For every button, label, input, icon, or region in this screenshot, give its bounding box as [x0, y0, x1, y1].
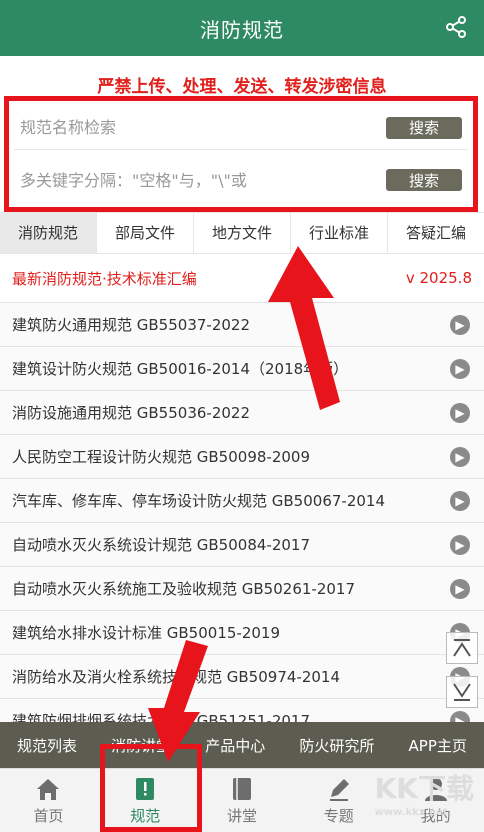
list-item-label: 自动喷水灭火系统设计规范 GB50084-2017 [12, 536, 310, 554]
sub-nav-app-home[interactable]: APP主页 [409, 735, 467, 756]
list-item[interactable]: 建筑防火通用规范 GB55037-2022 ▶ [0, 302, 484, 346]
chevron-right-icon: ▶ [450, 402, 470, 423]
list-item[interactable]: 建筑设计防火规范 GB50016-2014（2018年版） ▶ [0, 346, 484, 390]
scroll-top-button[interactable] [446, 632, 478, 664]
arrow-down-icon [453, 683, 471, 701]
security-warning: 严禁上传、处理、发送、转发涉密信息 [97, 77, 387, 97]
name-search-input[interactable] [14, 118, 386, 137]
list-item[interactable]: 汽车库、修车库、停车场设计防火规范 GB50067-2014 ▶ [0, 478, 484, 522]
scroll-bottom-button[interactable] [446, 676, 478, 708]
tab-fire-codes[interactable]: 消防规范 [0, 213, 97, 253]
tab-ministry-docs[interactable]: 部局文件 [97, 213, 194, 253]
watermark-sub: www.kkx.net [374, 807, 448, 818]
chevron-right-icon: ▶ [450, 446, 470, 467]
sub-nav-code-list[interactable]: 规范列表 [17, 735, 77, 756]
list-item[interactable]: 自动喷水灭火系统设计规范 GB50084-2017 ▶ [0, 522, 484, 566]
list-item-label: 建筑给水排水设计标准 GB50015-2019 [12, 624, 280, 642]
name-search-row: 搜索 [14, 106, 468, 150]
chevron-right-icon: ▶ [450, 534, 470, 555]
bottom-nav-codes[interactable]: 规范 [97, 769, 194, 832]
code-list: 建筑防火通用规范 GB55037-2022 ▶ 建筑设计防火规范 GB50016-… [0, 302, 484, 742]
bottom-nav-label: 专题 [323, 807, 354, 825]
book-alert-icon [136, 778, 155, 800]
sub-nav-research[interactable]: 防火研究所 [299, 735, 374, 756]
tab-local-docs[interactable]: 地方文件 [194, 213, 291, 253]
list-item-label: 自动喷水灭火系统施工及验收规范 GB50261-2017 [12, 580, 355, 598]
sub-nav: 规范列表 消防讲堂 产品中心 防火研究所 APP主页 [0, 722, 484, 768]
chevron-right-icon: ▶ [450, 490, 470, 511]
book-icon [232, 778, 251, 800]
sub-nav-products[interactable]: 产品中心 [205, 735, 265, 756]
pencil-icon [329, 779, 349, 801]
list-item-label: 人民防空工程设计防火规范 GB50098-2009 [12, 448, 310, 466]
category-tabs: 消防规范 部局文件 地方文件 行业标准 答疑汇编 [0, 212, 484, 254]
tab-industry-standards[interactable]: 行业标准 [291, 213, 388, 253]
list-item-label: 建筑防火通用规范 GB55037-2022 [12, 316, 250, 334]
keyword-search-row: 搜索 [14, 158, 468, 202]
version-label: v 2025.8 [405, 269, 472, 287]
app-header: 消防规范 [0, 0, 484, 56]
list-item[interactable]: 人民防空工程设计防火规范 GB50098-2009 ▶ [0, 434, 484, 478]
page-title: 消防规范 [200, 17, 284, 42]
watermark-main: KK下载 [374, 772, 474, 805]
list-header-title[interactable]: 最新消防规范·技术标准汇编 [12, 268, 197, 289]
bottom-nav-label: 首页 [33, 807, 64, 825]
share-icon[interactable] [444, 15, 468, 39]
list-header: 最新消防规范·技术标准汇编 v 2025.8 [0, 256, 484, 300]
list-item-label: 消防给水及消火栓系统技术规范 GB50974-2014 [12, 668, 340, 686]
sub-nav-lecture[interactable]: 消防讲堂 [111, 735, 171, 756]
list-item-label: 消防设施通用规范 GB55036-2022 [12, 404, 250, 422]
bottom-nav-label: 讲堂 [226, 807, 257, 825]
list-item[interactable]: 自动喷水灭火系统施工及验收规范 GB50261-2017 ▶ [0, 566, 484, 610]
list-item[interactable]: 消防给水及消火栓系统技术规范 GB50974-2014▶ [0, 654, 484, 698]
list-item-label: 建筑设计防火规范 GB50016-2014（2018年版） [12, 360, 349, 378]
chevron-right-icon: ▶ [450, 578, 470, 599]
list-item-label: 汽车库、修车库、停车场设计防火规范 GB50067-2014 [12, 492, 385, 510]
home-icon [37, 779, 60, 800]
keyword-search-button[interactable]: 搜索 [386, 169, 462, 191]
chevron-right-icon: ▶ [450, 314, 470, 335]
bottom-nav-topics[interactable]: 专题 [290, 769, 387, 832]
arrow-up-icon [453, 639, 471, 657]
bottom-nav-label: 规范 [130, 807, 161, 825]
list-item[interactable]: 消防设施通用规范 GB55036-2022 ▶ [0, 390, 484, 434]
keyword-search-input[interactable] [14, 170, 386, 190]
bottom-nav-lecture[interactable]: 讲堂 [194, 769, 291, 832]
bottom-nav-home[interactable]: 首页 [0, 769, 97, 832]
tab-qa-compilation[interactable]: 答疑汇编 [388, 213, 484, 253]
watermark: KK下载 www.kkx.net [375, 767, 474, 818]
name-search-button[interactable]: 搜索 [386, 116, 462, 139]
chevron-right-icon: ▶ [450, 358, 470, 379]
list-item[interactable]: 建筑给水排水设计标准 GB50015-2019▶ [0, 610, 484, 654]
search-panel: 搜索 搜索 [14, 98, 468, 202]
